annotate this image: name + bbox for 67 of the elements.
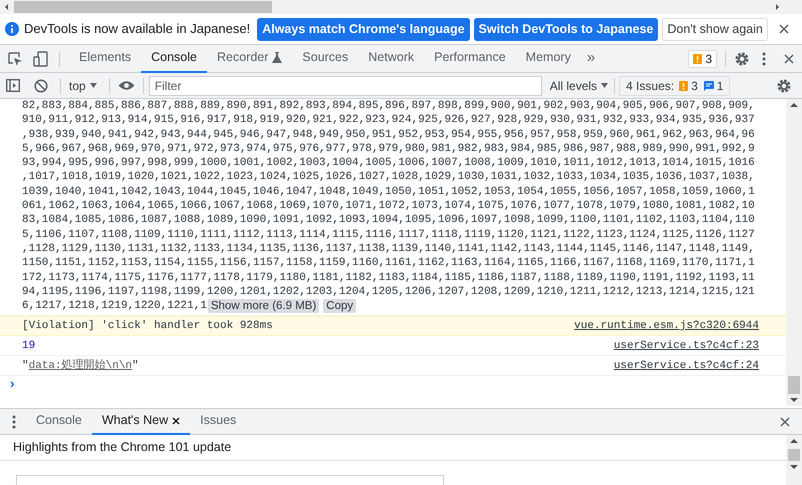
prompt-caret: › bbox=[8, 376, 16, 395]
warning-icon bbox=[679, 80, 688, 90]
info-message: DevTools is now available in Japanese! bbox=[24, 20, 250, 38]
device-toolbar-icon[interactable] bbox=[33, 50, 49, 66]
panel-tab[interactable]: Recorder bbox=[206, 44, 292, 72]
panel-tab[interactable]: Performance bbox=[424, 44, 516, 72]
panel-tab[interactable]: Memory bbox=[516, 44, 581, 72]
settings-icon[interactable] bbox=[776, 78, 792, 94]
dropdown-caret-icon bbox=[90, 83, 97, 88]
log-output-line: 1150,1151,1152,1153,1154,1155,1156,1157,1158,1159,1160,1161,1162,1163,1164,1165,1166,1167,1168,1169,1170,1171,1 bbox=[22, 256, 755, 271]
source-link[interactable]: userService.ts?c4cf:24 bbox=[614, 358, 759, 374]
infobar-button[interactable]: Don't show again bbox=[662, 18, 768, 40]
settings-icon[interactable] bbox=[734, 50, 750, 66]
warning-icon bbox=[693, 54, 702, 64]
source-link[interactable]: userService.ts?c4cf:23 bbox=[614, 338, 759, 354]
scrollbar-thumb[interactable] bbox=[788, 449, 800, 461]
close-icon[interactable] bbox=[172, 416, 180, 424]
filter-input[interactable]: Filter bbox=[148, 76, 542, 96]
drawer-tab[interactable]: What's New bbox=[92, 408, 190, 435]
log-output-line: 910,911,912,913,914,915,916,917,918,919,920,921,922,923,924,925,926,927,928,929,930,931,932,933,934,935,936,937 bbox=[22, 113, 755, 128]
log-output-line: 172,1173,1174,1175,1176,1177,1178,1179,1180,1181,1182,1183,1184,1185,1186,1187,1188,1189,1190,1191,1192,1193,11 bbox=[22, 270, 755, 285]
scrollbar-thumb[interactable] bbox=[14, 1, 272, 13]
close-icon[interactable] bbox=[779, 24, 789, 34]
sidebar-toggle-icon[interactable] bbox=[6, 79, 20, 92]
log-output-line: 6,1217,1218,1219,1220,1221,1 bbox=[22, 299, 207, 314]
info-icon bbox=[5, 22, 19, 36]
log-value: 19 bbox=[22, 338, 36, 354]
context-dropdown[interactable]: top bbox=[67, 76, 99, 94]
clear-console-icon[interactable] bbox=[34, 78, 48, 92]
copy-button[interactable]: Copy bbox=[323, 299, 356, 314]
log-output-line: ,1017,1018,1019,1020,1021,1022,1023,1024,1025,1026,1027,1028,1029,1030,1031,1032,1033,1034,1035,1036,1037,1038, bbox=[22, 170, 755, 185]
more-options-icon[interactable] bbox=[762, 52, 766, 66]
log-output-line: 94,1195,1196,1197,1198,1199,1200,1201,1202,1203,1204,1205,1206,1207,1208,1209,1210,1211,1212,1213,1214,1215,121 bbox=[22, 284, 755, 300]
panel-tab[interactable]: Network bbox=[358, 44, 424, 72]
source-link[interactable]: vue.runtime.esm.js?c320:6944 bbox=[574, 318, 759, 335]
infobar-button[interactable]: Always match Chrome's language bbox=[257, 18, 470, 40]
message-icon bbox=[704, 80, 714, 90]
drawer-tab[interactable]: Issues bbox=[190, 408, 246, 435]
show-more-button[interactable]: Show more (6.9 MB) bbox=[208, 299, 320, 314]
panel-tab[interactable]: Elements bbox=[69, 44, 142, 72]
log-output-line: 93,994,995,996,997,998,999,1000,1001,1002,1003,1004,1005,1006,1007,1008,1009,1010,1011,1012,1013,1014,1015,1016 bbox=[22, 156, 755, 170]
violation-message: [Violation] 'click' handler took 928ms bbox=[22, 319, 273, 334]
more-tabs-button[interactable]: » bbox=[580, 47, 602, 70]
vertical-scrollbar[interactable] bbox=[786, 99, 802, 406]
log-output-line: 5,1106,1107,1108,1109,1110,1111,1112,1113,1114,1115,1116,1117,1118,1119,1120,1121,1122,1123,1124,1125,1126,1127 bbox=[22, 228, 755, 242]
panel-tab[interactable]: Sources bbox=[292, 44, 358, 72]
scrollbar-thumb[interactable] bbox=[788, 376, 800, 394]
more-options-icon[interactable] bbox=[12, 414, 16, 428]
issues-badge[interactable]: 3 bbox=[688, 50, 717, 68]
inspect-element-icon[interactable] bbox=[7, 50, 23, 66]
issues-button[interactable]: 4 Issues: 3 1 bbox=[619, 76, 730, 96]
horizontal-scrollbar[interactable] bbox=[0, 0, 802, 14]
infobar-button[interactable]: Switch DevTools to Japanese bbox=[474, 18, 658, 40]
log-output-line: 061,1062,1063,1064,1065,1066,1067,1068,1069,1070,1071,1072,1073,1074,1075,1076,1077,1078,1079,1080,1081,1082,10 bbox=[22, 199, 755, 214]
log-output-line: 1039,1040,1041,1042,1043,1044,1045,1046,1047,1048,1049,1050,1051,1052,1053,1054,1055,1056,1057,1058,1059,1060,1 bbox=[22, 184, 755, 200]
eye-icon[interactable] bbox=[118, 80, 135, 91]
log-output-line: 5,966,967,968,969,970,971,972,973,974,975,976,977,978,979,980,981,982,983,984,985,986,987,988,989,990,991,992,9 bbox=[22, 142, 755, 156]
vertical-scrollbar[interactable] bbox=[786, 435, 802, 485]
drawer-tab[interactable]: Console bbox=[26, 408, 92, 435]
log-levels-dropdown[interactable]: All levels bbox=[550, 76, 608, 94]
log-output-line: ,938,939,940,941,942,943,944,945,946,947,948,949,950,951,952,953,954,955,956,957,958,959,960,961,962,963,964,96 bbox=[22, 128, 755, 142]
dropdown-caret-icon bbox=[601, 83, 608, 88]
string-value: "data:処理開始\n\n" bbox=[22, 358, 139, 374]
log-output-line: ,1128,1129,1130,1131,1132,1133,1134,1135,1136,1137,1138,1139,1140,1141,1142,1143,1144,1145,1146,1147,1148,1149, bbox=[22, 242, 755, 256]
log-output-line: 83,1084,1085,1086,1087,1088,1089,1090,1091,1092,1093,1094,1095,1096,1097,1098,1099,1100,1101,1102,1103,1104,110 bbox=[22, 213, 755, 228]
log-output-line: 82,883,884,885,886,887,888,889,890,891,892,893,894,895,896,897,898,899,900,901,902,903,904,905,906,907,908,909, bbox=[22, 99, 755, 114]
whats-new-heading: Highlights from the Chrome 101 update bbox=[13, 439, 232, 456]
